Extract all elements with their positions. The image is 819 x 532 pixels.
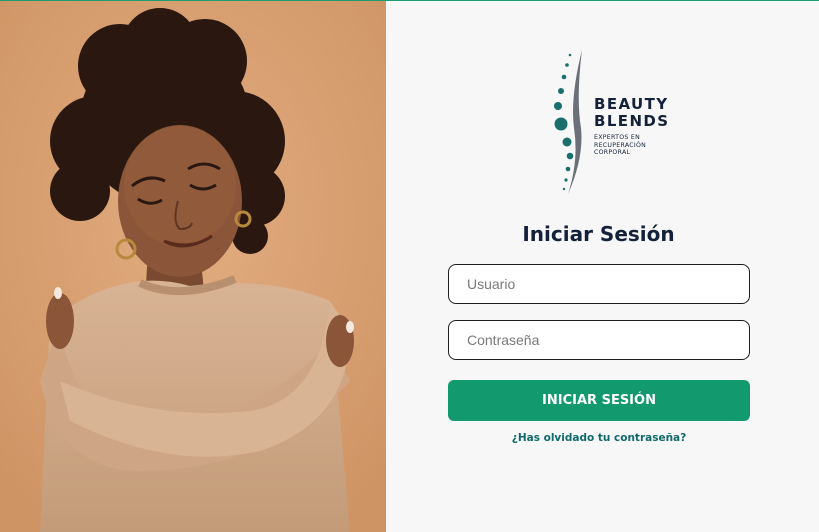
forgot-password-link[interactable]: ¿Has olvidado tu contraseña? bbox=[448, 432, 750, 444]
brand-line-2: BLENDS bbox=[594, 112, 670, 130]
logo-wordmark: BEAUTY BLENDS EXPERTOS EN RECUPERACIÓN C… bbox=[594, 96, 669, 157]
woman-hugging-self-photo bbox=[0, 1, 386, 532]
password-input[interactable] bbox=[448, 320, 750, 360]
spine-logo-icon bbox=[554, 50, 582, 194]
beauty-blends-logo: BEAUTY BLENDS EXPERTOS EN RECUPERACIÓN C… bbox=[548, 48, 688, 198]
username-input[interactable] bbox=[448, 264, 750, 304]
login-title: Iniciar Sesión bbox=[522, 222, 675, 246]
brand-line-1: BEAUTY bbox=[594, 95, 669, 113]
hero-photo bbox=[0, 1, 386, 532]
login-submit-button[interactable]: INICIAR SESIÓN bbox=[448, 380, 750, 421]
brand-tagline: EXPERTOS EN RECUPERACIÓN CORPORAL bbox=[594, 134, 647, 156]
